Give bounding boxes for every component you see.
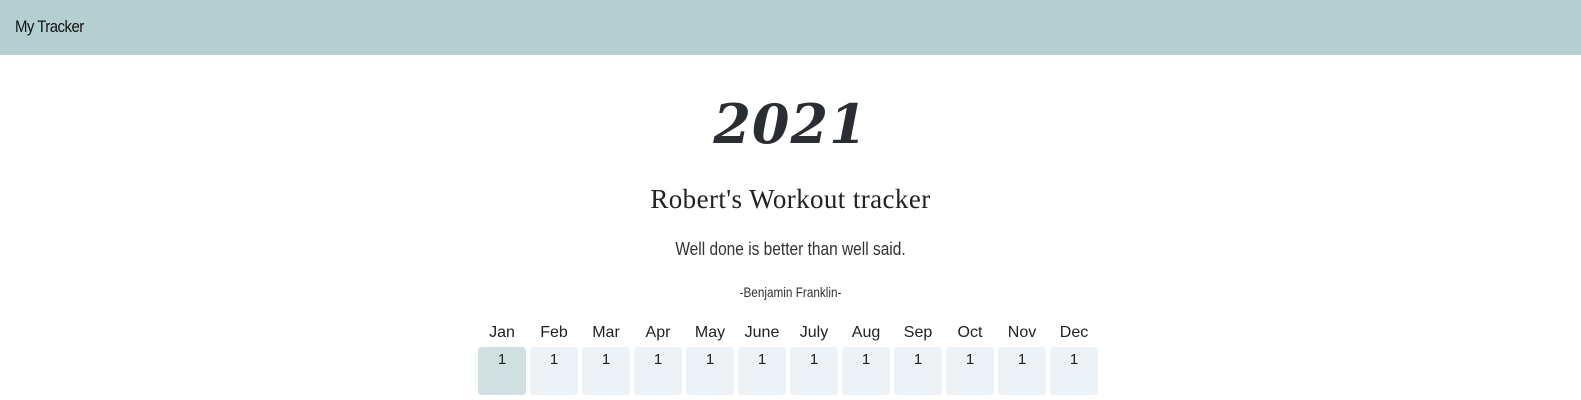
month-june: June 1 <box>738 322 786 395</box>
month-label: Aug <box>851 324 881 341</box>
month-july: July 1 <box>790 322 838 395</box>
month-cell[interactable]: 1 <box>842 347 890 395</box>
month-oct: Oct 1 <box>946 322 994 395</box>
quote-text: Well done is better than well said. <box>675 239 906 259</box>
month-cell[interactable]: 1 <box>790 347 838 395</box>
month-cell[interactable]: 1 <box>998 347 1046 395</box>
month-cell[interactable]: 1 <box>894 347 942 395</box>
brand-link[interactable]: My Tracker <box>15 17 84 37</box>
month-cell[interactable]: 1 <box>738 347 786 395</box>
month-jan: Jan 1 <box>478 322 526 395</box>
month-mar: Mar 1 <box>582 322 630 395</box>
month-cell[interactable]: 1 <box>582 347 630 395</box>
month-label: July <box>799 324 829 341</box>
month-label: Jan <box>489 324 515 341</box>
month-feb: Feb 1 <box>530 322 578 395</box>
month-label: Oct <box>957 324 983 341</box>
month-nov: Nov 1 <box>998 322 1046 395</box>
month-dec: Dec 1 <box>1050 322 1098 395</box>
month-cell[interactable]: 1 <box>1050 347 1098 395</box>
month-aug: Aug 1 <box>842 322 890 395</box>
month-may: May 1 <box>686 322 734 395</box>
month-sep: Sep 1 <box>894 322 942 395</box>
month-label: Nov <box>1007 324 1037 341</box>
month-label: Sep <box>903 324 933 341</box>
month-grid: Jan 1 Feb 1 Mar 1 Apr 1 May 1 June 1 Jul… <box>478 322 1102 395</box>
month-label: Feb <box>540 324 568 341</box>
month-apr: Apr 1 <box>634 322 682 395</box>
month-cell[interactable]: 1 <box>530 347 578 395</box>
page-title: Robert's Workout tracker <box>650 184 931 214</box>
month-label: Dec <box>1059 324 1089 341</box>
month-cell[interactable]: 1 <box>634 347 682 395</box>
month-cell[interactable]: 1 <box>478 347 526 395</box>
navbar: My Tracker <box>0 0 1581 55</box>
month-label: Mar <box>592 324 620 341</box>
month-cell[interactable]: 1 <box>686 347 734 395</box>
year-heading: 2021 <box>713 92 868 156</box>
month-label: June <box>744 324 780 341</box>
month-label: Apr <box>645 324 671 341</box>
month-label: May <box>694 324 726 341</box>
quote-author: -Benjamin Franklin- <box>739 284 842 300</box>
month-cell[interactable]: 1 <box>946 347 994 395</box>
